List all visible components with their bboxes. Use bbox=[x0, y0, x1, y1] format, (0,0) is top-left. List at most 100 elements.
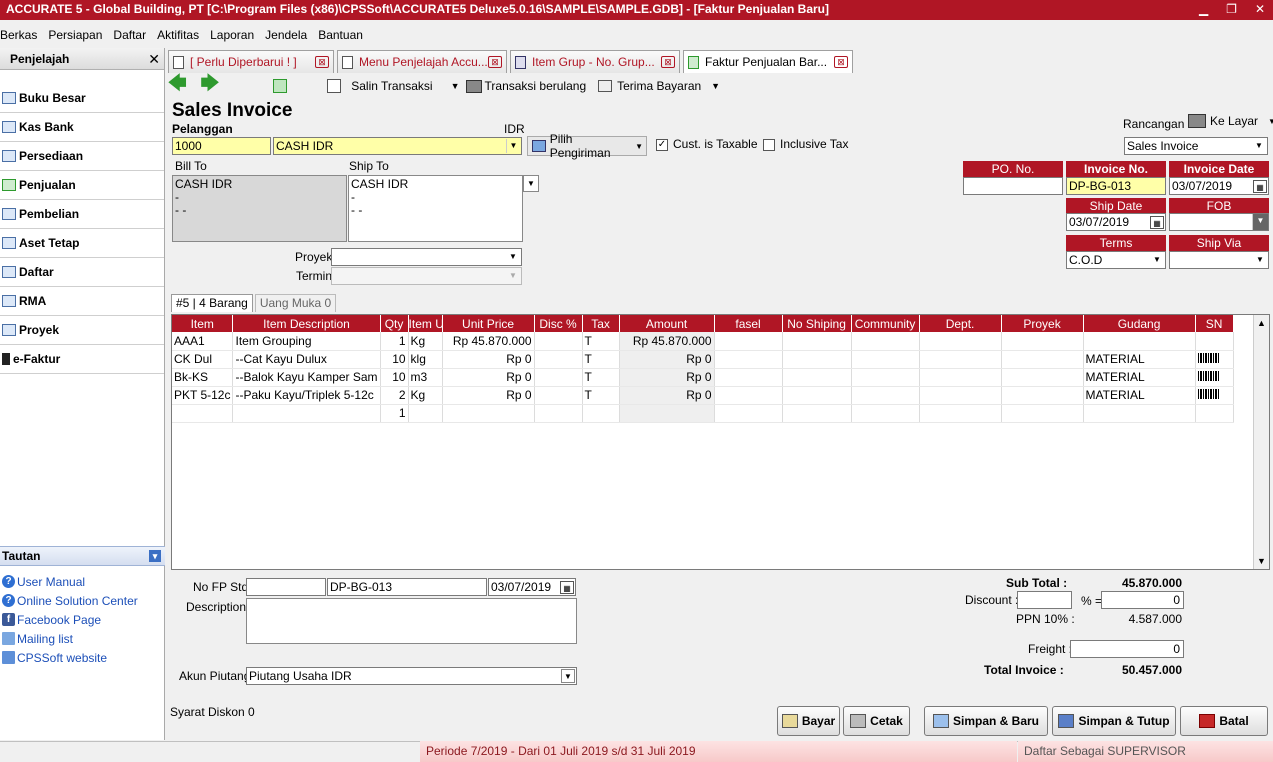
restore-button[interactable]: ❐ bbox=[1226, 0, 1237, 20]
sidebar-item-kas-bank[interactable]: Kas Bank bbox=[0, 113, 164, 142]
calendar-icon[interactable]: ▦ bbox=[560, 581, 574, 594]
table-cell[interactable]: 1 bbox=[380, 404, 409, 423]
table-cell[interactable]: 10 bbox=[380, 368, 409, 387]
col-proyek[interactable]: Proyek bbox=[1001, 315, 1084, 332]
table-cell[interactable] bbox=[1195, 332, 1234, 351]
table-cell[interactable] bbox=[1083, 332, 1196, 351]
table-cell[interactable] bbox=[1001, 350, 1084, 369]
table-cell[interactable]: 2 bbox=[380, 386, 409, 405]
table-cell[interactable]: T bbox=[582, 350, 620, 369]
chevron-down-icon[interactable]: ▼ bbox=[635, 142, 643, 151]
sidebar-item-pembelian[interactable]: Pembelian bbox=[0, 200, 164, 229]
table-cell[interactable]: Rp 0 bbox=[619, 386, 715, 405]
table-cell[interactable] bbox=[782, 350, 852, 369]
table-cell[interactable]: AAA1 bbox=[172, 332, 234, 351]
table-cell[interactable]: --Paku Kayu/Triplek 5-12c bbox=[232, 386, 381, 405]
table-cell[interactable] bbox=[582, 404, 620, 423]
table-cell[interactable] bbox=[1083, 404, 1196, 423]
sidebar-item-aset-tetap[interactable]: Aset Tetap bbox=[0, 229, 164, 258]
table-cell[interactable]: Rp 45.870.000 bbox=[442, 332, 535, 351]
menu-persiapan[interactable]: Persiapan bbox=[48, 28, 107, 42]
table-cell[interactable]: Rp 0 bbox=[442, 368, 535, 387]
table-cell[interactable]: Rp 45.870.000 bbox=[619, 332, 715, 351]
chevron-down-icon[interactable]: ▼ bbox=[506, 250, 520, 264]
table-cell[interactable]: Kg bbox=[408, 332, 443, 351]
table-cell[interactable]: --Balok Kayu Kamper Sam bbox=[232, 368, 381, 387]
menu-laporan[interactable]: Laporan bbox=[210, 28, 259, 42]
minimize-button[interactable]: ▁ bbox=[1199, 0, 1208, 20]
table-cell[interactable] bbox=[1195, 368, 1234, 387]
terms-select[interactable]: C.O.D ▼ bbox=[1066, 251, 1166, 269]
table-cell[interactable] bbox=[851, 404, 920, 423]
table-cell[interactable] bbox=[714, 386, 783, 405]
chevron-down-icon[interactable]: ▼ bbox=[506, 139, 520, 153]
chevron-down-icon[interactable]: ▼ bbox=[711, 81, 720, 91]
ship-to-box[interactable]: CASH IDR - - - bbox=[348, 175, 523, 242]
table-cell[interactable] bbox=[442, 404, 535, 423]
col-item[interactable]: Item bbox=[172, 315, 234, 332]
link-facebook[interactable]: f Facebook Page bbox=[2, 610, 101, 629]
termin-select[interactable]: ▼ bbox=[331, 267, 522, 285]
col-disc[interactable]: Disc % bbox=[534, 315, 583, 332]
table-cell[interactable]: klg bbox=[408, 350, 443, 369]
table-cell[interactable] bbox=[1195, 404, 1234, 423]
tab-close-icon[interactable]: ⊠ bbox=[834, 56, 848, 68]
batal-button[interactable]: Batal bbox=[1180, 706, 1268, 736]
ship-date-input[interactable]: 03/07/2019 ▦ bbox=[1066, 213, 1166, 231]
salin-transaksi-button[interactable]: Salin Transaksi bbox=[351, 79, 432, 93]
chevron-down-icon[interactable]: ▼ bbox=[1268, 117, 1273, 126]
table-cell[interactable] bbox=[714, 350, 783, 369]
table-cell[interactable]: Bk-KS bbox=[172, 368, 234, 387]
table-cell[interactable] bbox=[408, 404, 443, 423]
table-cell[interactable]: T bbox=[582, 332, 620, 351]
fp-date-input[interactable]: 03/07/2019 ▦ bbox=[488, 578, 576, 596]
table-cell[interactable] bbox=[534, 386, 583, 405]
scroll-down-icon[interactable]: ▼ bbox=[1254, 553, 1269, 569]
invoice-no-input[interactable]: DP-BG-013 bbox=[1066, 177, 1166, 195]
po-no-input[interactable] bbox=[963, 177, 1063, 195]
link-cpssoft[interactable]: CPSSoft website bbox=[2, 648, 107, 667]
col-community[interactable]: Community bbox=[851, 315, 920, 332]
link-user-manual[interactable]: ? User Manual bbox=[2, 572, 85, 591]
chevron-down-icon[interactable]: ▾ bbox=[149, 550, 161, 562]
transaksi-berulang-button[interactable]: Transaksi berulang bbox=[485, 79, 587, 93]
col-fasel[interactable]: fasel bbox=[714, 315, 783, 332]
no-fp-std-input[interactable] bbox=[246, 578, 326, 596]
cetak-button[interactable]: Cetak bbox=[843, 706, 910, 736]
col-no-shiping[interactable]: No Shiping bbox=[782, 315, 852, 332]
table-cell[interactable] bbox=[534, 404, 583, 423]
table-cell[interactable]: Rp 0 bbox=[442, 386, 535, 405]
simpan-baru-button[interactable]: Simpan & Baru bbox=[924, 706, 1048, 736]
tab-close-icon[interactable]: ⊠ bbox=[315, 56, 329, 68]
pilih-pengiriman-button[interactable]: Pilih Pengiriman ▼ bbox=[527, 132, 647, 160]
table-cell[interactable] bbox=[1001, 404, 1084, 423]
sidebar-item-daftar[interactable]: Daftar bbox=[0, 258, 164, 287]
table-cell[interactable] bbox=[782, 368, 852, 387]
tab-item-grup[interactable]: Item Grup - No. Grup... ⊠ bbox=[510, 50, 680, 73]
table-row[interactable]: AAA1 Item Grouping 1 Kg Rp 45.870.000 T Rp 45.… bbox=[172, 332, 1234, 351]
tab-close-icon[interactable]: ⊠ bbox=[661, 56, 675, 68]
table-cell[interactable] bbox=[714, 368, 783, 387]
table-cell[interactable] bbox=[851, 350, 920, 369]
cust-taxable-checkbox[interactable]: ✓ Cust. is Taxable bbox=[656, 137, 758, 151]
col-sn[interactable]: SN bbox=[1195, 315, 1234, 332]
col-amount[interactable]: Amount bbox=[619, 315, 715, 332]
calendar-icon[interactable]: ▦ bbox=[1253, 180, 1267, 193]
proyek-select[interactable]: ▼ bbox=[331, 248, 522, 266]
table-cell[interactable] bbox=[919, 332, 1002, 351]
table-row[interactable]: PKT 5-12c --Paku Kayu/Triplek 5-12c 2 Kg Rp … bbox=[172, 386, 1234, 405]
table-cell[interactable]: m3 bbox=[408, 368, 443, 387]
table-cell[interactable]: MATERIAL bbox=[1083, 386, 1196, 405]
link-mailing-list[interactable]: Mailing list bbox=[2, 629, 73, 648]
chevron-down-icon[interactable]: ▼ bbox=[1253, 253, 1267, 267]
menu-berkas[interactable]: Berkas bbox=[0, 28, 42, 42]
bill-to-box[interactable]: CASH IDR - - - bbox=[172, 175, 347, 242]
tautan-header[interactable]: Tautan ▾ bbox=[0, 546, 165, 566]
table-cell[interactable] bbox=[534, 368, 583, 387]
grid-scrollbar[interactable]: ▲ ▼ bbox=[1253, 315, 1269, 569]
table-cell[interactable] bbox=[1195, 386, 1234, 405]
discount-percent-input[interactable] bbox=[1017, 591, 1072, 609]
chevron-down-icon[interactable]: ▼ bbox=[1252, 139, 1266, 153]
rancangan-select[interactable]: Sales Invoice ▼ bbox=[1124, 137, 1268, 155]
chevron-down-icon[interactable]: ▼ bbox=[506, 269, 520, 283]
